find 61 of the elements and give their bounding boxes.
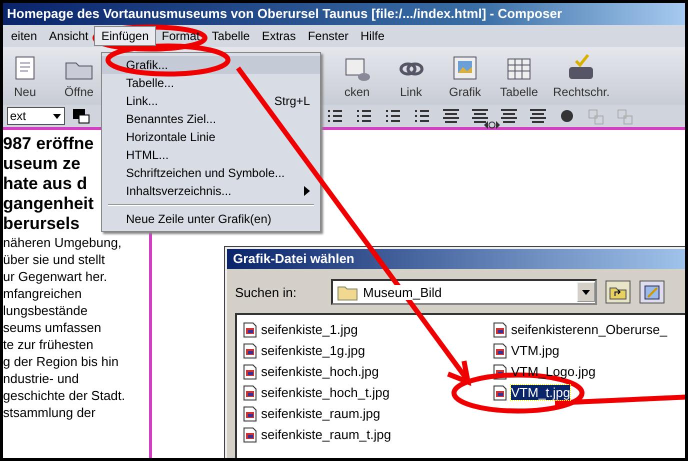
file-name[interactable]: seifenkiste_hoch_t.jpg [261, 385, 390, 400]
toolbar-button[interactable]: Tabelle [499, 53, 539, 99]
heading-text: gangenheit [3, 194, 94, 214]
file-name[interactable]: seifenkiste_raum.jpg [261, 406, 380, 421]
menu-item[interactable]: Tabelle... [102, 74, 320, 92]
field-label: Suchen in: [235, 284, 298, 300]
heading-text: berursels [3, 214, 80, 234]
menu-item[interactable]: Neue Zeile unter Grafik(en) [102, 210, 320, 228]
menu-item[interactable]: Horizontale Linie [102, 128, 320, 146]
toolbar-label: Rechtschr. [553, 85, 610, 99]
body-text: seums umfassen [3, 319, 102, 336]
body-text: lungsbestände [3, 302, 88, 319]
file-name[interactable]: VTM.jpg [511, 343, 560, 358]
file-name[interactable]: seifenkiste_hoch.jpg [261, 364, 379, 379]
heading-text: useum ze [3, 154, 80, 174]
menu-item[interactable]: Tabelle [206, 27, 256, 45]
toolbar-label: Tabelle [500, 85, 538, 99]
toolbar-button[interactable]: Link [391, 53, 431, 99]
body-text: stsammlung der [3, 404, 96, 421]
body-text: te zur frühesten [3, 336, 94, 353]
body-text: näheren Umgebung, [3, 234, 122, 251]
dialog-title: Grafik-Datei wählen [227, 249, 685, 269]
toolbar-label: Link [400, 85, 422, 99]
folder-dropdown[interactable]: Museum_Bild [331, 279, 597, 305]
heading-text: 987 eröffne [3, 134, 94, 154]
body-text: über sie und stellt [3, 251, 105, 268]
file-name[interactable]: VTM_t.jpg [511, 385, 570, 400]
menu-item[interactable]: Inhaltsverzeichnis... [102, 182, 320, 200]
menu-item[interactable]: Format [156, 27, 206, 45]
body-text: mfangreichen [3, 285, 82, 302]
menu-item[interactable]: Hilfe [354, 27, 391, 45]
body-text: g der Region bis hin [3, 353, 119, 370]
toolbar-button[interactable]: Öffne [59, 53, 99, 99]
toolbar-label: Neu [14, 85, 36, 99]
file-name[interactable]: seifenkiste_1.jpg [261, 322, 358, 337]
menu-item[interactable]: Ansicht [43, 27, 94, 45]
menu-item[interactable]: Extras [256, 27, 302, 45]
menu-item[interactable]: eiten [5, 27, 44, 45]
menu-item[interactable]: Link... Strg+L [102, 92, 320, 110]
file-name[interactable]: seifenkisterenn_Oberurse_ [511, 322, 668, 337]
menu-item[interactable]: Schriftzeichen und Symbole... [102, 164, 320, 182]
menu-item[interactable]: Einfügen [94, 26, 156, 46]
toolbar-label: Grafik [448, 85, 481, 99]
style-dropdown[interactable]: ext [7, 107, 65, 125]
body-text: ndustrie- und [3, 370, 79, 387]
toolbar-button[interactable]: Grafik [445, 53, 485, 99]
window-title: Homepage des Vortaunusmuseums von Oberursel Taunus [file:/.../index.html] - Composer [3, 3, 685, 25]
body-text: geschichte der Stadt. [3, 387, 126, 404]
toolbar-label: cken [344, 85, 370, 99]
menu-item[interactable]: Benanntes Ziel... [102, 110, 320, 128]
toolbar-button[interactable]: cken [337, 53, 377, 99]
toolbar-button[interactable]: Neu [5, 53, 45, 99]
toolbar-button[interactable]: Rechtschr. [553, 53, 610, 99]
file-name[interactable]: seifenkiste_1g.jpg [261, 343, 366, 358]
menu-item[interactable]: HTML... [102, 146, 320, 164]
file-name[interactable]: VTM_Logo.jpg [511, 364, 596, 379]
body-text: ur Gegenwart her. [3, 268, 108, 285]
file-name[interactable]: seifenkiste_raum_t.jpg [261, 427, 392, 442]
menu-item[interactable]: Fenster [302, 27, 355, 45]
heading-text: hate aus d [3, 174, 88, 194]
toolbar-label: Öffne [64, 85, 94, 99]
